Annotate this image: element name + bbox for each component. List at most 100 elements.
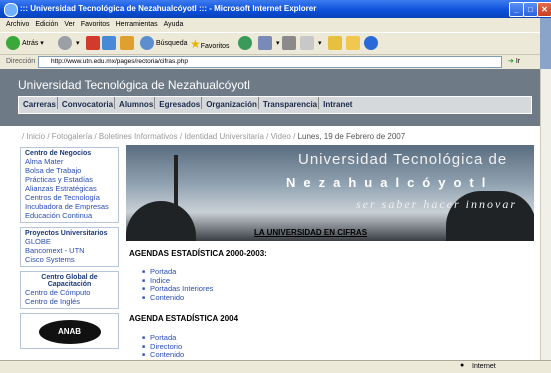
nav-intranet[interactable]: Intranet [319,97,353,109]
favorites-button[interactable]: ★Favoritos [190,36,230,52]
tree-silhouette [126,201,196,241]
sidebar-link[interactable]: Incubadora de Empresas [25,202,114,211]
banner-line-2: Nezahualcóyotl [286,175,494,190]
menu-ver[interactable]: Ver [64,21,75,28]
menu-archivo[interactable]: Archivo [6,21,29,28]
stop-button[interactable] [86,36,102,52]
search-button[interactable]: Búsqueda [140,36,188,52]
stop-icon [86,36,100,51]
print-icon [282,36,296,51]
breadcrumb: / Inicio / Fotogalería / Boletines Infor… [22,132,405,141]
favorites-label: Favoritos [200,43,230,50]
sidebar-negocios: Centro de Negocios Alma Mater Bolsa de T… [20,147,119,223]
edit-icon [300,36,314,51]
mail-button[interactable]: ▾ [258,36,279,52]
discuss-button[interactable] [328,36,344,52]
globe-icon: ● [460,362,465,369]
section-heading-2004: AGENDA ESTADÍSTICA 2004 [129,314,239,323]
sidebar-link[interactable]: Centro de Inglés [25,297,114,306]
menu-edicion[interactable]: Edición [35,21,58,28]
nav-carreras[interactable]: Carreras [19,97,58,109]
nav-egresados[interactable]: Egresados [155,97,203,109]
section-2000-2003-links: Portada Indice Portadas Interiores Conte… [142,268,213,303]
site-nav: Carreras Convocatoria Alumnos Egresados Orga… [18,96,532,114]
sidebar-capacitacion-title: Centro Global de Capacitación [41,274,98,288]
sidebar-link[interactable]: Educación Continua [25,211,114,220]
address-label: Dirección [6,58,36,65]
site-header: Universidad Tecnológica de Nezahualcóyot… [0,69,540,126]
breadcrumb-links[interactable]: / Inicio / Fotogalería / Boletines Infor… [22,132,295,141]
nav-transparencia[interactable]: Transparencia [259,97,320,109]
folder-button[interactable] [346,36,362,52]
maximize-button[interactable]: □ [523,2,538,17]
sidebar-link[interactable]: Bancomext - UTN [25,246,114,255]
history-icon [238,36,252,51]
sidebar-proyectos: Proyectos Universitarios GLOBE Bancomext… [20,227,119,267]
address-input[interactable]: http://www.utn.edu.mx/pages/rectoria/cif… [38,56,502,68]
sidebar: Centro de Negocios Alma Mater Bolsa de T… [20,147,119,353]
list-item[interactable]: Contenido [142,294,213,303]
menu-favoritos[interactable]: Favoritos [81,21,110,28]
sidebar-link[interactable]: Cisco Systems [25,255,114,264]
minimize-button[interactable]: _ [509,2,524,17]
bluetooth-button[interactable] [364,36,380,52]
nav-organizacion[interactable]: Organización [202,97,259,109]
zone-label: Internet [472,363,496,370]
back-arrow-icon [6,36,20,51]
list-item[interactable]: Contenido [142,351,184,360]
sidebar-link[interactable]: Centro de Cómputo [25,288,114,297]
anab-logo[interactable]: ANAB [38,320,101,344]
go-arrow-icon: ➜ [508,58,514,65]
star-icon: ★ [190,37,201,51]
back-label: Atrás [22,40,39,47]
menu-ayuda[interactable]: Ayuda [164,21,184,28]
print-button[interactable] [282,36,298,52]
section-heading-2000-2003: AGENDAS ESTADÍSTICA 2000-2003: [129,249,267,258]
sidebar-link[interactable]: Prácticas y Estadías [25,175,114,184]
section-2004-links: Portada Directorio Contenido [142,334,184,360]
go-label: Ir [515,58,521,65]
sidebar-proyectos-title: Proyectos Universitarios [25,230,108,237]
page-heading: LA UNIVERSIDAD EN CIFRAS [254,228,368,237]
window-title: ::: Universidad Tecnológica de Nezahualc… [20,4,317,13]
vertical-scrollbar[interactable] [540,69,551,360]
banner-slogan: ser saber hacer innovar [356,197,517,211]
menu-herramientas[interactable]: Herramientas [116,21,158,28]
sidebar-logo-box: ANAB [20,313,119,349]
home-button[interactable] [120,36,136,52]
refresh-button[interactable] [102,36,118,52]
edit-button[interactable]: ▾ [300,36,321,52]
banner-line-1: Universidad Tecnológica de [298,151,508,168]
title-bar: ::: Universidad Tecnológica de Nezahualc… [0,0,551,18]
folder-icon [346,36,360,51]
ie-logo-icon [4,3,18,17]
search-label: Búsqueda [156,40,188,47]
sidebar-link[interactable]: Bolsa de Trabajo [25,166,114,175]
nav-alumnos[interactable]: Alumnos [115,97,156,109]
search-icon [140,36,154,51]
toolbar: Atrás ▾ ▾ Búsqueda ★Favoritos ▾ ▾ [0,32,540,55]
back-button[interactable]: Atrás ▾ [6,36,44,52]
site-banner: Universidad Tecnológica de Nezahualcóyot… [126,145,534,241]
go-button[interactable]: ➜ Ir [508,57,520,65]
current-date: Lunes, 19 de Febrero de 2007 [297,132,406,141]
history-button[interactable] [238,36,254,52]
refresh-icon [102,36,116,51]
page-viewport: Universidad Tecnológica de Nezahualcóyot… [0,69,540,360]
sidebar-link[interactable]: Alianzas Estratégicas [25,184,114,193]
address-bar: Dirección http://www.utn.edu.mx/pages/re… [0,54,540,69]
sidebar-negocios-title: Centro de Negocios [25,150,92,157]
close-button[interactable]: ✕ [537,2,551,17]
sidebar-link[interactable]: Alma Mater [25,157,114,166]
menu-bar: Archivo Edición Ver Favoritos Herramientas Ay… [0,18,540,32]
discuss-icon [328,36,342,51]
forward-button[interactable]: ▾ [58,36,79,52]
nav-convocatoria[interactable]: Convocatoria [58,97,116,109]
home-icon [120,36,134,51]
sidebar-capacitacion: Centro Global de Capacitación Centro de … [20,271,119,309]
sidebar-link[interactable]: Centros de Tecnología [25,193,114,202]
status-bar: ● Internet [0,360,551,373]
mail-icon [258,36,272,51]
forward-arrow-icon [58,36,72,51]
sidebar-link[interactable]: GLOBE [25,237,114,246]
